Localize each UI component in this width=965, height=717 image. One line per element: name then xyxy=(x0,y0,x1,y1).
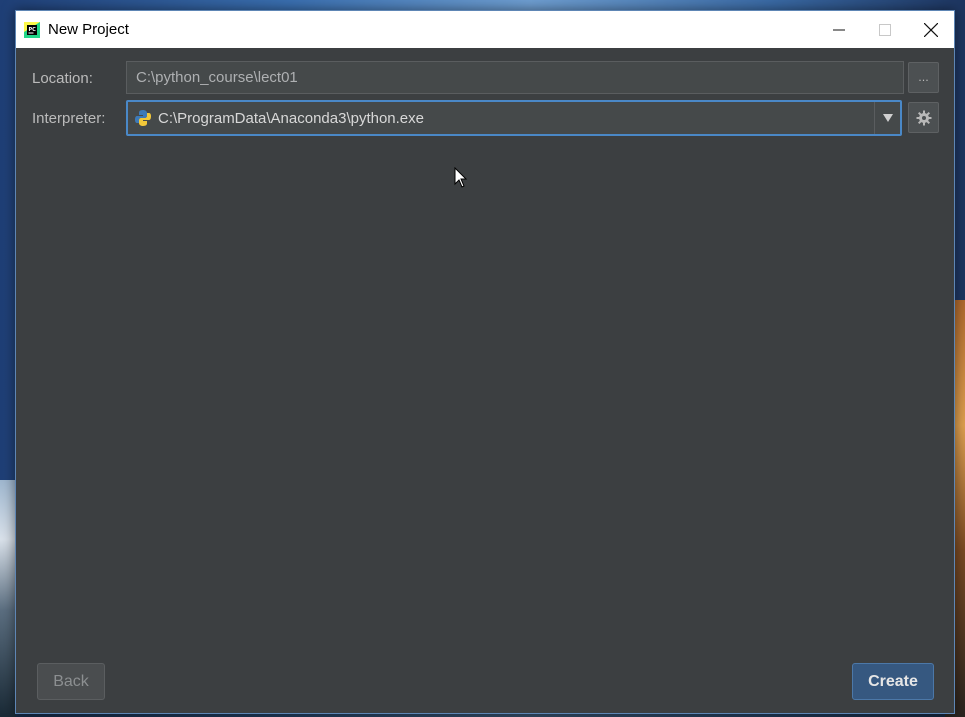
back-label: Back xyxy=(53,672,89,690)
create-button[interactable]: Create xyxy=(852,663,934,700)
desktop-background-left xyxy=(0,480,16,717)
mouse-pointer-icon xyxy=(454,167,468,188)
python-icon xyxy=(135,110,151,126)
new-project-dialog: PC New Project Location: C:\python_cours… xyxy=(15,10,955,714)
maximize-icon xyxy=(879,23,891,36)
browse-button[interactable]: ... xyxy=(908,62,939,93)
gear-icon xyxy=(916,110,931,125)
create-label: Create xyxy=(868,672,918,690)
window-controls xyxy=(816,11,954,48)
interpreter-label: Interpreter: xyxy=(32,110,106,127)
interpreter-dropdown-button[interactable] xyxy=(874,102,900,134)
triangle-down-icon xyxy=(882,114,893,122)
interpreter-combobox[interactable]: C:\ProgramData\Anaconda3\python.exe xyxy=(126,100,902,136)
location-row: Location: C:\python_course\lect01 ... xyxy=(16,61,954,95)
interpreter-row: Interpreter: C:\ProgramData\Anaconda3\py… xyxy=(16,100,954,136)
title-bar[interactable]: PC New Project xyxy=(16,11,954,48)
close-button[interactable] xyxy=(908,11,954,48)
back-button[interactable]: Back xyxy=(37,663,105,700)
maximize-button[interactable] xyxy=(862,11,908,48)
interpreter-value: C:\ProgramData\Anaconda3\python.exe xyxy=(158,109,424,127)
window-title: New Project xyxy=(48,21,129,38)
browse-label: ... xyxy=(918,71,929,84)
svg-text:PC: PC xyxy=(29,27,37,33)
location-label: Location: xyxy=(32,70,93,87)
interpreter-settings-button[interactable] xyxy=(908,102,939,133)
location-field[interactable]: C:\python_course\lect01 xyxy=(126,61,904,94)
minimize-icon xyxy=(833,29,845,30)
location-value: C:\python_course\lect01 xyxy=(136,69,298,86)
minimize-button[interactable] xyxy=(816,11,862,48)
pycharm-icon: PC xyxy=(24,21,40,38)
close-icon xyxy=(924,22,938,37)
